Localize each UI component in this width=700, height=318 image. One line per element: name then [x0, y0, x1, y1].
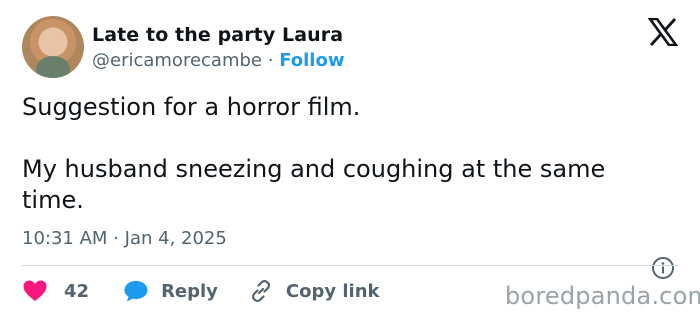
reply-label: Reply [161, 280, 218, 302]
info-icon[interactable] [651, 256, 675, 280]
author-handle-line: @ericamorecambe · Follow [92, 50, 344, 71]
like-button[interactable]: 42 [22, 279, 89, 303]
reply-bubble-icon [124, 281, 148, 302]
copy-link-label: Copy link [285, 280, 380, 302]
x-logo-icon[interactable] [648, 18, 678, 46]
author-display-name[interactable]: Late to the party Laura [92, 24, 343, 46]
tweet-date: Jan 4, 2025 [124, 228, 227, 249]
action-bar: 42 Reply Copy link [22, 278, 380, 304]
like-count: 42 [64, 280, 90, 302]
avatar[interactable] [22, 16, 84, 78]
tweet-paragraph-1: Suggestion for a horror film. [22, 93, 361, 121]
link-icon [251, 279, 270, 303]
handle-separator: · [267, 50, 274, 71]
tweet-paragraph-2: My husband sneezing and coughing at the … [22, 155, 606, 214]
reply-button[interactable]: Reply [123, 279, 218, 303]
follow-button[interactable]: Follow [279, 50, 344, 71]
author-handle[interactable]: @ericamorecambe [92, 50, 262, 71]
tweet-timestamp[interactable]: 10:31 AM · Jan 4, 2025 [22, 228, 227, 249]
watermark: boredpanda.com [505, 282, 700, 310]
heart-icon [23, 280, 47, 301]
divider [22, 265, 678, 266]
tweet-time: 10:31 AM [22, 228, 108, 249]
copy-link-button[interactable]: Copy link [248, 278, 380, 304]
timestamp-separator: · [113, 228, 119, 249]
tweet-text: Suggestion for a horror film. My husband… [22, 92, 662, 247]
